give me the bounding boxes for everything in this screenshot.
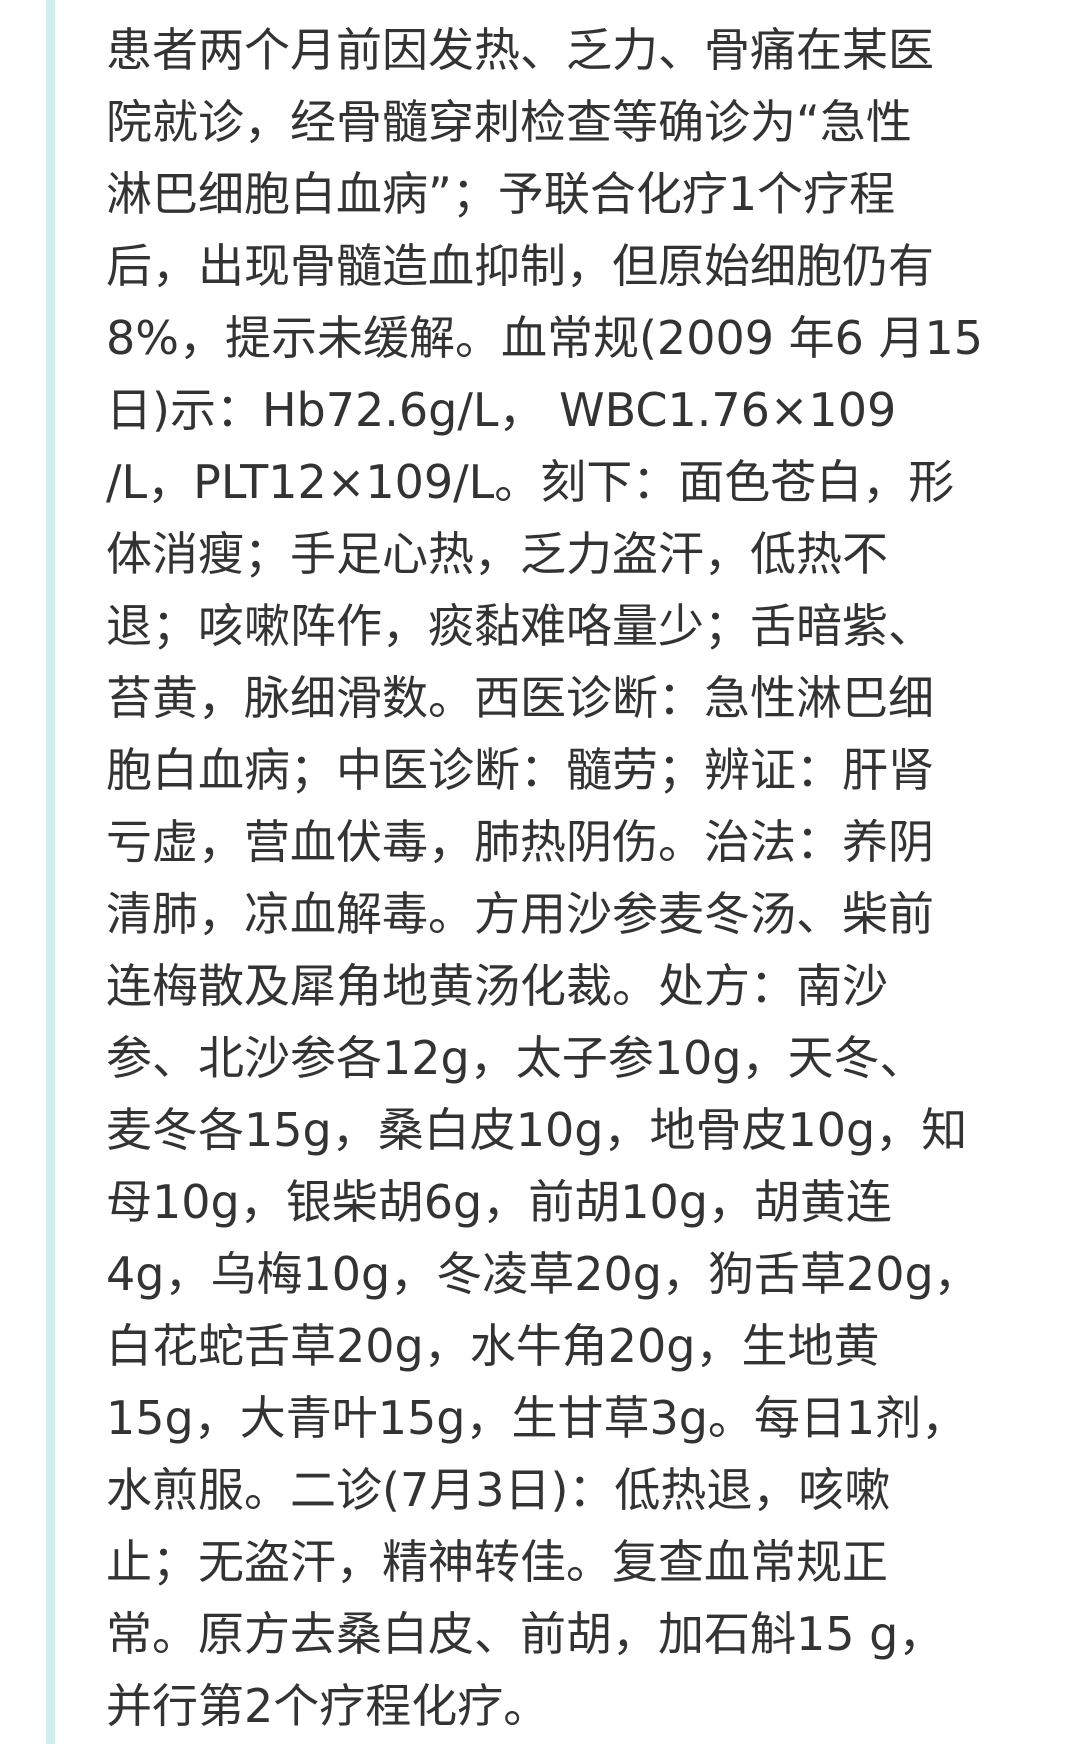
text-line: 水煎服。二诊(7月3日)：低热退，咳嗽 [106, 1463, 891, 1517]
text-line: 母10g，银柴胡6g，前胡10g，胡黄连 [106, 1175, 892, 1229]
text-line: 院就诊，经骨髓穿刺检查等确诊为“急性 [106, 95, 912, 149]
article-body: 患者两个月前因发热、乏力、骨痛在某医 院就诊，经骨髓穿刺检查等确诊为“急性 淋巴… [106, 14, 986, 1742]
text-line: 15g，大青叶15g，生甘草3g。每日1剂， [106, 1391, 968, 1445]
text-line: 淋巴细胞白血病”；予联合化疗1个疗程 [106, 167, 896, 221]
text-line: 苔黄，脉细滑数。西医诊断：急性淋巴细 [106, 671, 934, 725]
text-line: 8%，提示未缓解。血常规(2009 年6 月15 [106, 311, 984, 365]
text-line: 后，出现骨髓造血抑制，但原始细胞仍有 [106, 239, 934, 293]
text-line: 体消瘦；手足心热，乏力盗汗，低热不 [106, 527, 888, 581]
text-line: 退；咳嗽阵作，痰黏难咯量少；舌暗紫、 [106, 599, 934, 653]
text-line: 胞白血病；中医诊断：髓劳；辨证：肝肾 [106, 743, 934, 797]
text-line: 常。原方去桑白皮、前胡，加石斛15 g， [106, 1607, 945, 1661]
text-line: 连梅散及犀角地黄汤化裁。处方：南沙 [106, 959, 888, 1013]
text-line: 患者两个月前因发热、乏力、骨痛在某医 [106, 23, 934, 77]
text-line: 4g，乌梅10g，冬凌草20g，狗舌草20g， [106, 1247, 980, 1301]
text-line: 日)示：Hb72.6g/L， WBC1.76×109 [106, 383, 897, 437]
text-line: 亏虚，营血伏毒，肺热阴伤。治法：养阴 [106, 815, 934, 869]
quote-left-border [46, 0, 55, 1744]
text-line: 清肺，凉血解毒。方用沙参麦冬汤、柴前 [106, 887, 934, 941]
text-line: 止；无盗汗，精神转佳。复查血常规正 [106, 1535, 888, 1589]
text-line: 白花蛇舌草20g，水牛角20g，生地黄 [106, 1319, 880, 1373]
text-line: 参、北沙参各12g，太子参10g，天冬、 [106, 1031, 926, 1085]
text-line: 并行第2个疗程化疗。 [106, 1679, 550, 1733]
text-line: 麦冬各15g，桑白皮10g，地骨皮10g，知 [106, 1103, 968, 1157]
text-line: /L，PLT12×109/L。刻下：面色苍白，形 [106, 455, 955, 509]
